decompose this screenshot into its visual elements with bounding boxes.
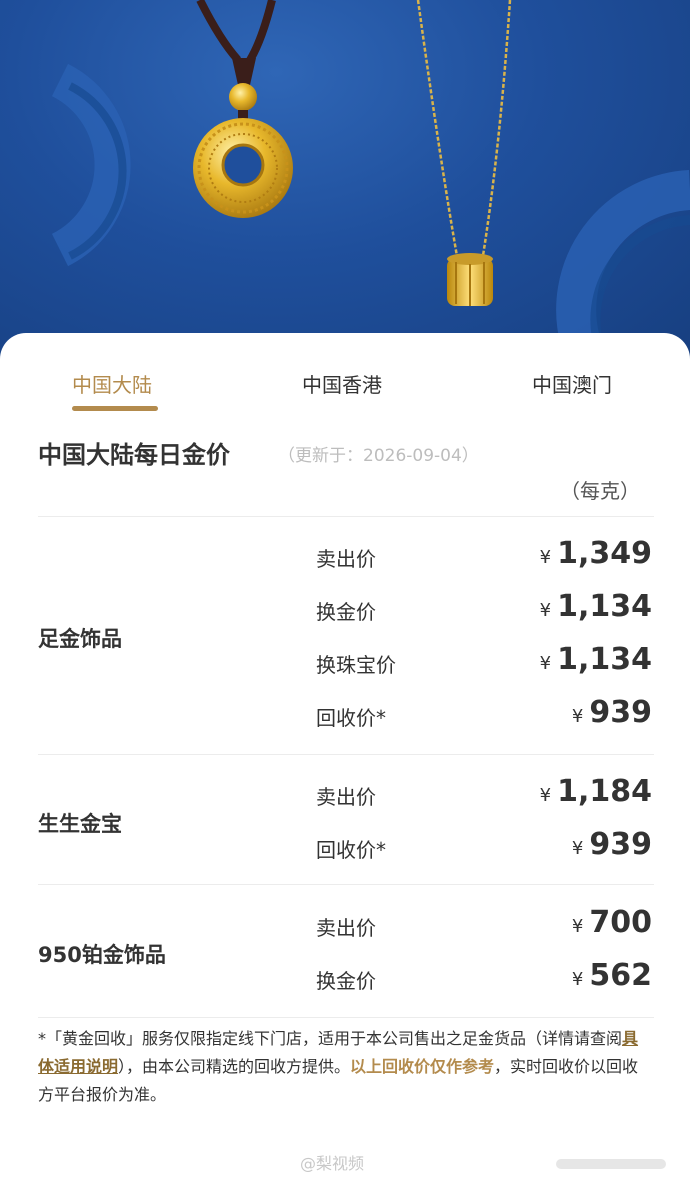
tab-macau[interactable]: 中国澳门 [532,369,612,398]
currency-symbol: ¥ [539,600,552,621]
watermark: @梨视频 [300,1154,365,1173]
price-number: 1,184 [557,774,652,809]
price-label: 换金价 [316,969,376,993]
category-name: 足金饰品 [38,627,122,651]
price-label: 卖出价 [316,785,376,809]
region-tabs: 中国大陆 中国香港 中国澳门 [0,333,690,413]
currency-symbol: ¥ [571,969,584,990]
currency-symbol: ¥ [539,785,552,806]
price-label: 回收价* [316,706,386,730]
category-name: 生生金宝 [38,812,122,836]
price-value: ¥939 [572,827,652,862]
price-label: 回收价* [316,838,386,862]
price-number: 562 [589,958,652,993]
price-value: ¥700 [572,905,652,940]
price-value: ¥939 [572,695,652,730]
price-number: 700 [589,905,652,940]
note-text: *「黄金回收」服务仅限指定线下门店，适用于本公司售出之足金货品（详情请查阅 [38,1029,623,1048]
currency-symbol: ¥ [571,916,584,937]
note-highlight: 以上回收价仅作参考 [350,1057,495,1076]
currency-symbol: ¥ [539,547,552,568]
active-tab-indicator [72,406,158,411]
disclaimer-note: *「黄金回收」服务仅限指定线下门店，适用于本公司售出之足金货品（详情请查阅具体适… [38,1025,654,1109]
price-number: 1,134 [557,642,652,677]
price-number: 939 [589,695,652,730]
category-name: 950铂金饰品 [38,943,166,967]
price-value: ¥1,349 [540,536,652,571]
currency-symbol: ¥ [571,706,584,727]
hero-banner [0,0,690,360]
tab-hong-kong[interactable]: 中国香港 [302,369,382,398]
currency-symbol: ¥ [539,653,552,674]
jewelry-image [51,0,690,352]
price-value: ¥1,134 [540,642,652,677]
update-date: （更新于：2026-09-04） [278,446,479,466]
price-label: 卖出价 [316,547,376,571]
divider [38,884,654,885]
currency-symbol: ¥ [571,838,584,859]
note-text: ），由本公司精选的回收方提供。 [118,1057,351,1076]
home-indicator-bar[interactable] [556,1159,666,1169]
unit-label: （每克） [560,479,640,503]
gold-price-card: 中国大陆 中国香港 中国澳门 中国大陆每日金价 （更新于：2026-09-04）… [0,333,690,1177]
price-number: 1,349 [557,536,652,571]
price-number: 1,134 [557,589,652,624]
price-value: ¥1,184 [540,774,652,809]
divider [38,1017,654,1018]
divider [38,516,654,517]
price-label: 卖出价 [316,916,376,940]
price-value: ¥562 [572,958,652,993]
price-label: 换金价 [316,600,376,624]
price-number: 939 [589,827,652,862]
divider [38,754,654,755]
tab-mainland[interactable]: 中国大陆 [72,369,152,398]
page-title: 中国大陆每日金价 [38,441,230,469]
price-label: 换珠宝价 [316,653,396,677]
price-value: ¥1,134 [540,589,652,624]
